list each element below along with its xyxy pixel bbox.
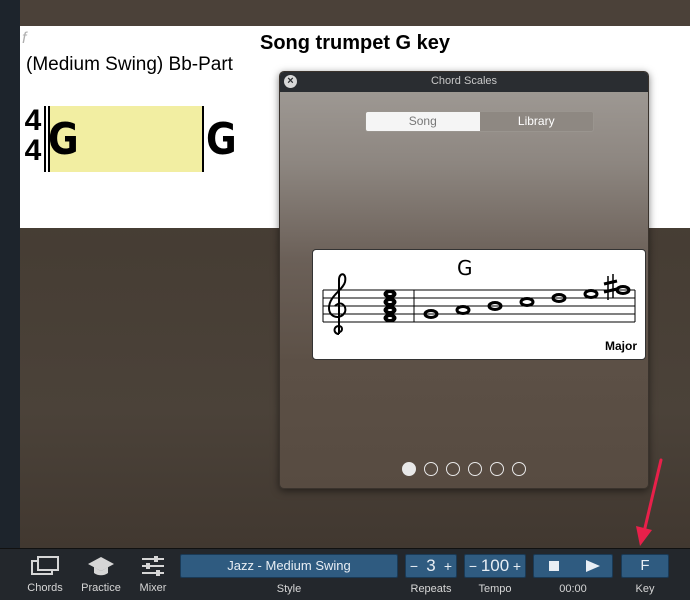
tempo-value[interactable]: 100 bbox=[481, 556, 509, 576]
repeats-minus-button[interactable]: − bbox=[409, 558, 419, 574]
play-icon bbox=[585, 560, 600, 572]
chord-measure-2[interactable]: G bbox=[206, 114, 237, 165]
chords-button[interactable]: Chords bbox=[20, 549, 70, 600]
page-indicator bbox=[280, 462, 648, 476]
time-readout: 00:00 bbox=[559, 583, 587, 595]
scale-staff bbox=[322, 273, 636, 335]
tempo-minus-button[interactable]: − bbox=[468, 558, 478, 574]
treble-clef-icon bbox=[327, 273, 347, 335]
stop-icon bbox=[548, 561, 559, 571]
style-label: Style bbox=[276, 583, 302, 595]
scale-name: Major bbox=[604, 339, 637, 353]
mixer-button[interactable]: Mixer bbox=[130, 549, 176, 600]
mixer-label: Mixer bbox=[139, 582, 167, 594]
page-dot-6[interactable] bbox=[512, 462, 526, 476]
scale-staff-card[interactable]: G Major bbox=[312, 249, 646, 360]
page-dot-5[interactable] bbox=[490, 462, 504, 476]
tempo-plus-button[interactable]: + bbox=[512, 558, 522, 574]
graduation-cap-icon bbox=[88, 557, 114, 576]
chords-label: Chords bbox=[27, 582, 63, 594]
barline bbox=[202, 106, 204, 172]
song-subtitle: (Medium Swing) Bb-Part bbox=[26, 54, 233, 75]
sharp-icon bbox=[603, 274, 618, 300]
transport-controls bbox=[533, 554, 613, 578]
panel-title: Chord Scales bbox=[430, 75, 498, 87]
style-selector[interactable]: Jazz - Medium Swing bbox=[180, 554, 398, 578]
chord-measure-1[interactable]: G bbox=[48, 114, 79, 165]
tempo-label: Tempo bbox=[478, 583, 512, 595]
repeats-value[interactable]: 3 bbox=[426, 556, 435, 576]
time-sig-top: 4 bbox=[24, 104, 42, 137]
chord-scales-panel: × Chord Scales Song Library G Major bbox=[279, 71, 649, 489]
practice-label: Practice bbox=[81, 582, 121, 594]
chords-icon bbox=[31, 556, 59, 575]
key-label: Key bbox=[635, 583, 655, 595]
page-dot-2[interactable] bbox=[424, 462, 438, 476]
sliders-icon bbox=[142, 556, 164, 576]
tempo-stepper: − 100 + bbox=[464, 554, 526, 578]
panel-titlebar: × Chord Scales bbox=[280, 72, 648, 92]
stop-button[interactable] bbox=[534, 555, 573, 577]
page-dot-3[interactable] bbox=[446, 462, 460, 476]
repeats-plus-button[interactable]: + bbox=[443, 558, 453, 574]
time-sig-bottom: 4 bbox=[24, 134, 42, 167]
key-selector[interactable]: F bbox=[621, 554, 669, 578]
tab-song[interactable]: Song bbox=[366, 112, 480, 131]
play-button[interactable] bbox=[573, 555, 612, 577]
scale-chord-name: G bbox=[457, 256, 473, 280]
source-segmented-control: Song Library bbox=[365, 111, 594, 132]
song-title: Song trumpet G key bbox=[259, 32, 451, 54]
repeats-label: Repeats bbox=[410, 583, 452, 595]
annotation-arrow-icon bbox=[636, 458, 663, 546]
left-strip bbox=[0, 0, 20, 548]
tab-library[interactable]: Library bbox=[479, 112, 593, 131]
page-dot-4[interactable] bbox=[468, 462, 482, 476]
page-dot-1[interactable] bbox=[402, 462, 416, 476]
repeats-stepper: − 3 + bbox=[405, 554, 457, 578]
top-strip bbox=[20, 0, 690, 26]
bottom-toolbar: Chords Practice Mixer Jazz - Medium Swin… bbox=[0, 548, 690, 600]
time-signature: 4 4 bbox=[23, 106, 43, 166]
practice-button[interactable]: Practice bbox=[76, 549, 126, 600]
